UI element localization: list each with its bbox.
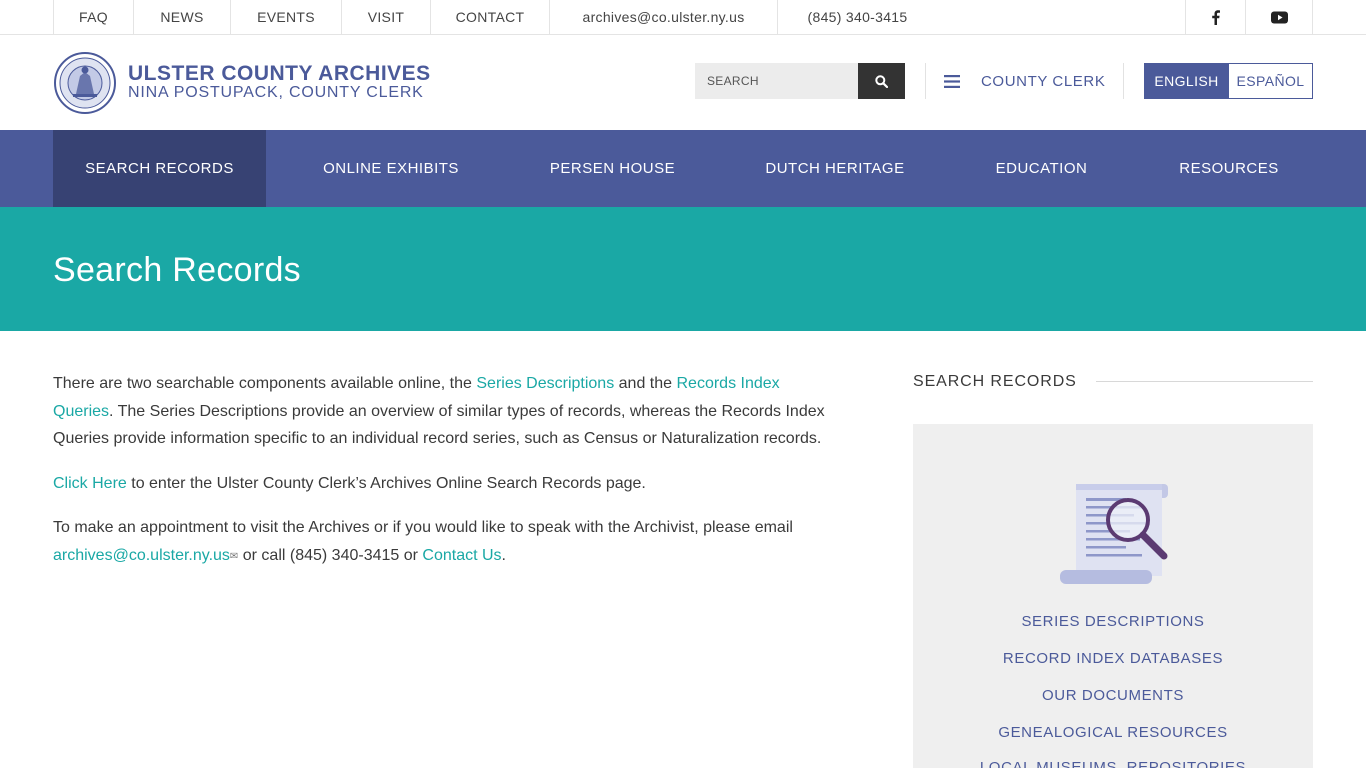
facebook-icon — [1212, 9, 1220, 25]
search-input[interactable] — [695, 63, 858, 99]
topbar-link-faq[interactable]: FAQ — [53, 0, 133, 34]
topbar-email-link[interactable]: archives@co.ulster.ny.us — [549, 0, 777, 34]
sidebar-heading-rule — [1096, 381, 1313, 382]
sidebar-link-series-descriptions[interactable]: SERIES DESCRIPTIONS — [913, 613, 1313, 630]
topbar-link-events[interactable]: EVENTS — [230, 0, 341, 34]
click-here-paragraph: Click Here to enter the Ulster County Cl… — [53, 470, 843, 498]
nav-item-dutch-heritage[interactable]: DUTCH HERITAGE — [709, 130, 961, 207]
paragraph-text: . The Series Descriptions provide an ove… — [53, 402, 825, 448]
language-english-button[interactable]: ENGLISH — [1144, 63, 1229, 99]
sidebar-link-local-museums[interactable]: LOCAL MUSEUMS, REPOSITORIES — [913, 759, 1313, 768]
archives-email-link[interactable]: archives@co.ulster.ny.us — [53, 547, 230, 564]
paragraph-text: to enter the Ulster County Clerk’s Archi… — [126, 474, 646, 492]
appointment-paragraph: To make an appointment to visit the Arch… — [53, 514, 843, 570]
page-banner: Search Records — [0, 207, 1366, 331]
series-descriptions-link[interactable]: Series Descriptions — [476, 375, 614, 392]
paragraph-text: There are two searchable components avai… — [53, 375, 477, 392]
main-navigation: SEARCH RECORDS ONLINE EXHIBITS PERSEN HO… — [0, 130, 1366, 207]
topbar-link-visit[interactable]: VISIT — [341, 0, 430, 34]
click-here-link[interactable]: Click Here — [53, 475, 127, 492]
topbar-phone[interactable]: (845) 340-3415 — [777, 0, 937, 34]
divider — [925, 63, 926, 99]
search-button[interactable] — [858, 63, 905, 99]
paragraph-text: or call (845) 340-3415 or — [238, 546, 423, 564]
paragraph-text: and the — [614, 375, 677, 392]
hamburger-menu-icon — [944, 74, 960, 88]
sidebar-link-genealogical-resources[interactable]: GENEALOGICAL RESOURCES — [913, 724, 1313, 741]
search-icon — [875, 74, 888, 88]
paragraph-text: . — [501, 546, 506, 564]
topbar-link-news[interactable]: NEWS — [133, 0, 230, 34]
sidebar-heading: SEARCH RECORDS — [913, 373, 1077, 390]
youtube-link[interactable] — [1245, 0, 1313, 34]
main-content: There are two searchable components avai… — [53, 370, 843, 587]
nav-item-resources[interactable]: RESOURCES — [1122, 130, 1336, 207]
facebook-link[interactable] — [1185, 0, 1245, 34]
county-seal-logo[interactable] — [54, 52, 116, 114]
nav-item-search-records[interactable]: SEARCH RECORDS — [53, 130, 266, 207]
top-utility-bar: FAQ NEWS EVENTS VISIT CONTACT archives@c… — [0, 0, 1366, 35]
sidebar-panel: SERIES DESCRIPTIONS RECORD INDEX DATABAS… — [913, 424, 1313, 768]
language-spanish-button[interactable]: ESPAÑOL — [1228, 63, 1313, 99]
nav-item-persen-house[interactable]: PERSEN HOUSE — [516, 130, 709, 207]
sidebar-link-our-documents[interactable]: OUR DOCUMENTS — [913, 687, 1313, 704]
intro-paragraph: There are two searchable components avai… — [53, 370, 843, 453]
county-clerk-menu-button[interactable]: COUNTY CLERK — [944, 63, 1105, 99]
divider — [1123, 63, 1124, 99]
youtube-icon — [1270, 11, 1288, 23]
nav-item-education[interactable]: EDUCATION — [961, 130, 1122, 207]
site-subtitle: NINA POSTUPACK, COUNTY CLERK — [128, 84, 424, 101]
county-clerk-label: COUNTY CLERK — [981, 72, 1106, 90]
contact-us-link[interactable]: Contact Us — [422, 547, 501, 564]
sidebar-link-record-index-databases[interactable]: RECORD INDEX DATABASES — [913, 650, 1313, 667]
topbar-link-contact[interactable]: CONTACT — [430, 0, 549, 34]
nav-item-online-exhibits[interactable]: ONLINE EXHIBITS — [266, 130, 516, 207]
document-search-icon — [1056, 480, 1172, 588]
page-title: Search Records — [53, 251, 301, 289]
site-title[interactable]: ULSTER COUNTY ARCHIVES — [128, 62, 431, 86]
paragraph-text: To make an appointment to visit the Arch… — [53, 519, 793, 536]
